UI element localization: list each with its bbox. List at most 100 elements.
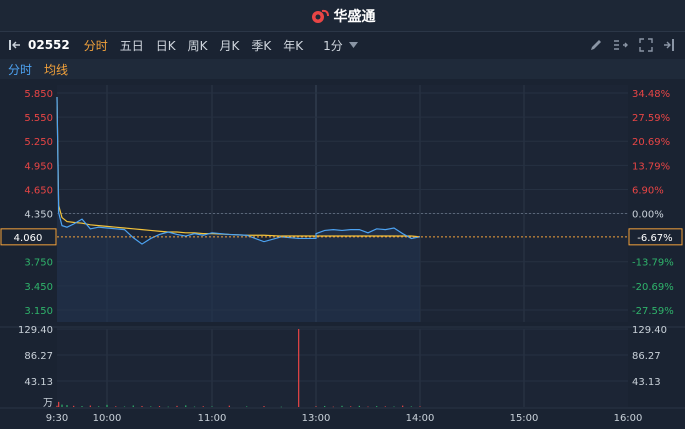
volume-bar — [56, 405, 58, 407]
volume-bar — [350, 406, 352, 407]
time-tick-label: 9:30 — [46, 413, 68, 424]
chart-subtabs: 分时 均线 — [0, 59, 685, 79]
volume-bar — [141, 405, 143, 407]
volume-bar — [298, 329, 300, 407]
tab-intraday[interactable]: 分时 — [84, 37, 108, 54]
interval-select[interactable]: 1分 — [323, 37, 358, 54]
pct-tick-label: -13.79% — [632, 258, 674, 269]
volume-bar — [263, 406, 265, 407]
tab-five-day[interactable]: 五日 — [120, 37, 144, 54]
volume-pane — [57, 329, 628, 407]
tab-weekly-k[interactable]: 周K — [188, 37, 208, 54]
toolbar-right-icons — [589, 32, 675, 58]
current-pct-label: -6.67% — [637, 233, 672, 244]
pct-tick-label: 34.48% — [632, 89, 670, 100]
toolbar: 02552 分时 五日 日K 周K 月K 季K 年K 1分 — [0, 32, 685, 58]
time-tick-label: 10:00 — [93, 413, 122, 424]
price-tick-label: 4.350 — [24, 210, 53, 221]
volume-bar — [315, 406, 317, 407]
tab-quarterly-k[interactable]: 季K — [251, 37, 271, 54]
price-tick-label: 5.550 — [24, 113, 53, 124]
price-tick-label: 3.450 — [24, 282, 53, 293]
volume-tick-label: 129.40 — [18, 325, 53, 336]
collapse-panel-icon[interactable] — [8, 39, 22, 51]
price-tick-label: 3.150 — [24, 306, 53, 317]
volume-bar — [193, 406, 196, 408]
pct-tick-label: 13.79% — [632, 161, 670, 172]
volume-bar — [73, 405, 75, 407]
pencil-icon[interactable] — [589, 38, 603, 52]
legend-intraday[interactable]: 分时 — [8, 61, 32, 78]
pct-tick-label: -20.69% — [632, 282, 674, 293]
volume-bar — [341, 405, 343, 407]
volume-bar — [176, 405, 178, 407]
volume-bar — [158, 406, 161, 407]
volume-bar — [419, 406, 421, 407]
pct-tick-label: -27.59% — [632, 306, 674, 317]
price-tick-label: 3.750 — [24, 258, 53, 269]
intraday-chart[interactable]: 5.850 34.48% 5.550 27.59% 5.250 20.69% 4.950 13… — [0, 79, 685, 429]
pct-tick-label: 20.69% — [632, 137, 670, 148]
pct-tick-label: 27.59% — [632, 113, 670, 124]
pct-tick-label: 6.90% — [632, 185, 664, 196]
volume-bar — [402, 405, 404, 407]
time-tick-label: 15:00 — [510, 413, 539, 424]
volume-bar — [132, 405, 134, 407]
app-brand: 华盛通 — [310, 6, 376, 26]
brand-logo-icon — [311, 9, 329, 23]
price-tick-label: 5.250 — [24, 137, 53, 148]
price-tick-label: 5.850 — [24, 89, 53, 100]
volume-bar — [358, 405, 360, 407]
volume-bar — [228, 405, 230, 407]
price-tick-label: 4.950 — [24, 161, 53, 172]
volume-bar — [384, 406, 386, 407]
app-title: 华盛通 — [333, 8, 376, 25]
tab-yearly-k[interactable]: 年K — [283, 37, 303, 54]
volume-bar — [280, 406, 282, 408]
pct-tick-label: 0.00% — [632, 210, 664, 221]
volume-bar — [98, 406, 100, 407]
volume-tick-label: 43.13 — [632, 377, 661, 388]
volume-bar — [123, 406, 126, 408]
volume-bar — [376, 406, 378, 407]
stock-code: 02552 — [28, 38, 70, 52]
time-tick-label: 11:00 — [198, 413, 227, 424]
volume-tick-label: 43.13 — [24, 377, 53, 388]
volume-bar — [185, 405, 187, 407]
volume-bar — [61, 404, 63, 407]
volume-bar — [367, 406, 369, 408]
volume-bar — [167, 406, 169, 408]
volume-bar — [332, 406, 334, 408]
legend-average-line[interactable]: 均线 — [44, 61, 68, 78]
split-view-icon[interactable] — [613, 38, 629, 52]
volume-bar — [324, 405, 326, 407]
volume-bar — [66, 405, 68, 407]
volume-unit-label: 万 — [43, 398, 53, 409]
chevron-down-icon — [348, 42, 358, 48]
volume-tick-label: 86.27 — [632, 351, 661, 362]
expand-panel-icon[interactable] — [663, 38, 675, 52]
volume-tick-label: 129.40 — [632, 325, 667, 336]
volume-bar — [246, 406, 248, 407]
volume-bar — [393, 406, 395, 408]
volume-bar — [89, 405, 91, 407]
volume-bar — [211, 406, 213, 407]
time-tick-label: 13:00 — [302, 413, 331, 424]
tab-daily-k[interactable]: 日K — [156, 37, 176, 54]
interval-value: 1分 — [323, 38, 343, 53]
volume-bar — [81, 406, 83, 407]
current-price-label: 4.060 — [14, 233, 43, 244]
title-bar: 华盛通 — [0, 0, 685, 32]
volume-bar — [410, 406, 412, 407]
time-tick-label: 16:00 — [614, 413, 643, 424]
time-tick-label: 14:00 — [406, 413, 435, 424]
volume-bar — [106, 404, 108, 407]
tab-monthly-k[interactable]: 月K — [220, 37, 240, 54]
volume-bar — [58, 401, 60, 407]
fullscreen-icon[interactable] — [639, 38, 653, 52]
volume-bar — [202, 406, 204, 407]
volume-bar — [150, 406, 152, 407]
price-tick-label: 4.650 — [24, 185, 53, 196]
volume-tick-label: 86.27 — [24, 351, 53, 362]
volume-bar — [115, 406, 117, 407]
